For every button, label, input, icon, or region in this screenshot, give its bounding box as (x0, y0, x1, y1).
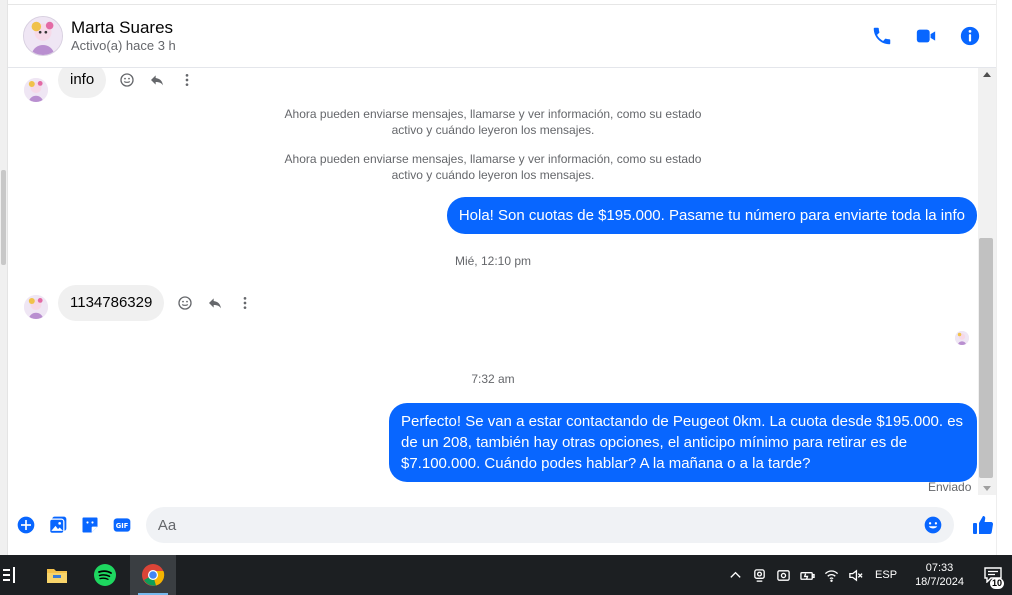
notification-center-button[interactable]: 10 (974, 555, 1012, 595)
file-explorer-taskbar-button[interactable] (34, 555, 80, 595)
more-options-button[interactable] (178, 71, 196, 89)
more-actions-button[interactable] (14, 513, 38, 537)
message-timestamp: 7:32 am (471, 372, 515, 386)
screen-capture-tray-button[interactable] (771, 555, 795, 595)
phone-icon (873, 27, 891, 45)
thread-scrollbar[interactable] (978, 68, 996, 495)
battery-icon (799, 571, 815, 580)
scrollbar-thumb[interactable] (979, 238, 993, 478)
more-vertical-icon (243, 297, 247, 309)
system-notice: Ahora pueden enviarse mensajes, llamarse… (284, 152, 702, 182)
message-input[interactable] (157, 516, 923, 534)
wifi-tray-button[interactable] (819, 555, 843, 595)
wifi-icon (824, 569, 838, 582)
conversation-info-button[interactable] (958, 24, 982, 48)
notification-count-badge: 10 (989, 578, 1004, 589)
send-like-button[interactable] (970, 512, 996, 538)
messenger-window: Marta Suares Activo(a) hace 3 h info Aho… (8, 0, 1012, 555)
svg-text:GIF: GIF (116, 522, 129, 530)
volume-tray-button[interactable] (843, 555, 867, 595)
message-thread[interactable]: info Ahora pueden enviarse mensajes, lla… (8, 68, 978, 498)
emoji-picker-button[interactable] (922, 514, 944, 536)
react-button[interactable] (118, 71, 136, 89)
system-notice: Ahora pueden enviarse mensajes, llamarse… (284, 107, 702, 137)
spotify-icon (94, 564, 116, 586)
voice-call-button[interactable] (870, 24, 894, 48)
window-edge (996, 0, 1012, 555)
webcam-icon (753, 568, 765, 582)
more-vertical-icon (185, 74, 189, 86)
react-button[interactable] (176, 294, 194, 312)
more-options-button[interactable] (236, 294, 254, 312)
incoming-message-bubble[interactable]: info (58, 68, 107, 98)
smiley-icon (120, 73, 134, 87)
read-receipt-avatar (955, 331, 969, 345)
folder-icon (47, 569, 67, 583)
meet-now-button[interactable] (747, 555, 771, 595)
thumbs-up-icon (973, 516, 994, 535)
chat-header: Marta Suares Activo(a) hace 3 h (8, 4, 996, 68)
sticker-icon (82, 517, 98, 533)
plus-circle-icon (17, 516, 35, 534)
scroll-up-arrow-icon[interactable] (983, 72, 991, 77)
message-row-outgoing: Perfecto! Se van a estar contactando de … (389, 403, 977, 482)
contact-active-status: Activo(a) hace 3 h (71, 38, 176, 53)
smiley-icon (178, 296, 192, 310)
gif-icon: GIF (113, 518, 131, 532)
chevron-up-icon (729, 571, 741, 578)
message-input-container (145, 507, 955, 543)
emoji-icon (924, 516, 942, 534)
contact-name[interactable]: Marta Suares (71, 18, 176, 38)
reply-icon (209, 298, 222, 309)
sticker-button[interactable] (78, 513, 102, 537)
chrome-taskbar-button[interactable] (130, 555, 176, 595)
message-row-incoming: 1134786329 (24, 285, 254, 321)
attach-media-button[interactable] (46, 513, 70, 537)
reply-icon (151, 75, 164, 86)
scroll-down-arrow-icon[interactable] (983, 486, 991, 491)
gif-button[interactable]: GIF (110, 513, 134, 537)
outgoing-message-bubble[interactable]: Hola! Son cuotas de $195.000. Pasame tu … (446, 197, 977, 234)
task-view-icon (3, 567, 15, 583)
info-icon (960, 26, 980, 46)
video-call-button[interactable] (914, 24, 938, 48)
contact-avatar-small (24, 78, 48, 102)
input-language-indicator[interactable]: ESP (867, 569, 905, 581)
show-hidden-icons-button[interactable] (723, 555, 747, 595)
clock-time: 07:33 (925, 562, 954, 574)
reply-button[interactable] (206, 294, 224, 312)
chrome-icon (142, 564, 165, 586)
outgoing-message-bubble[interactable]: Perfecto! Se van a estar contactando de … (389, 403, 977, 482)
volume-muted-icon (848, 569, 863, 581)
delivery-status: Enviado (928, 480, 972, 494)
contact-avatar-small (24, 295, 48, 319)
contact-avatar[interactable] (23, 16, 63, 56)
message-row-partial: info (24, 68, 196, 102)
incoming-message-bubble[interactable]: 1134786329 (58, 285, 165, 321)
message-timestamp: Mié, 12:10 pm (454, 254, 532, 268)
message-composer: GIF (8, 500, 996, 550)
taskbar-clock[interactable]: 07:33 18/7/2024 (905, 561, 974, 589)
screen-capture-icon (776, 569, 790, 581)
page-left-scrollbar[interactable] (0, 0, 8, 555)
image-icon (48, 516, 67, 534)
spotify-taskbar-button[interactable] (82, 555, 128, 595)
windows-taskbar: ESP 07:33 18/7/2024 10 (0, 555, 1012, 595)
reply-button[interactable] (148, 71, 166, 89)
clock-date: 18/7/2024 (915, 576, 964, 588)
task-view-button[interactable] (0, 555, 20, 595)
battery-tray-button[interactable] (795, 555, 819, 595)
message-row-outgoing: Hola! Son cuotas de $195.000. Pasame tu … (446, 197, 977, 234)
system-tray: ESP 07:33 18/7/2024 10 (723, 555, 1012, 595)
video-camera-icon (916, 29, 936, 43)
